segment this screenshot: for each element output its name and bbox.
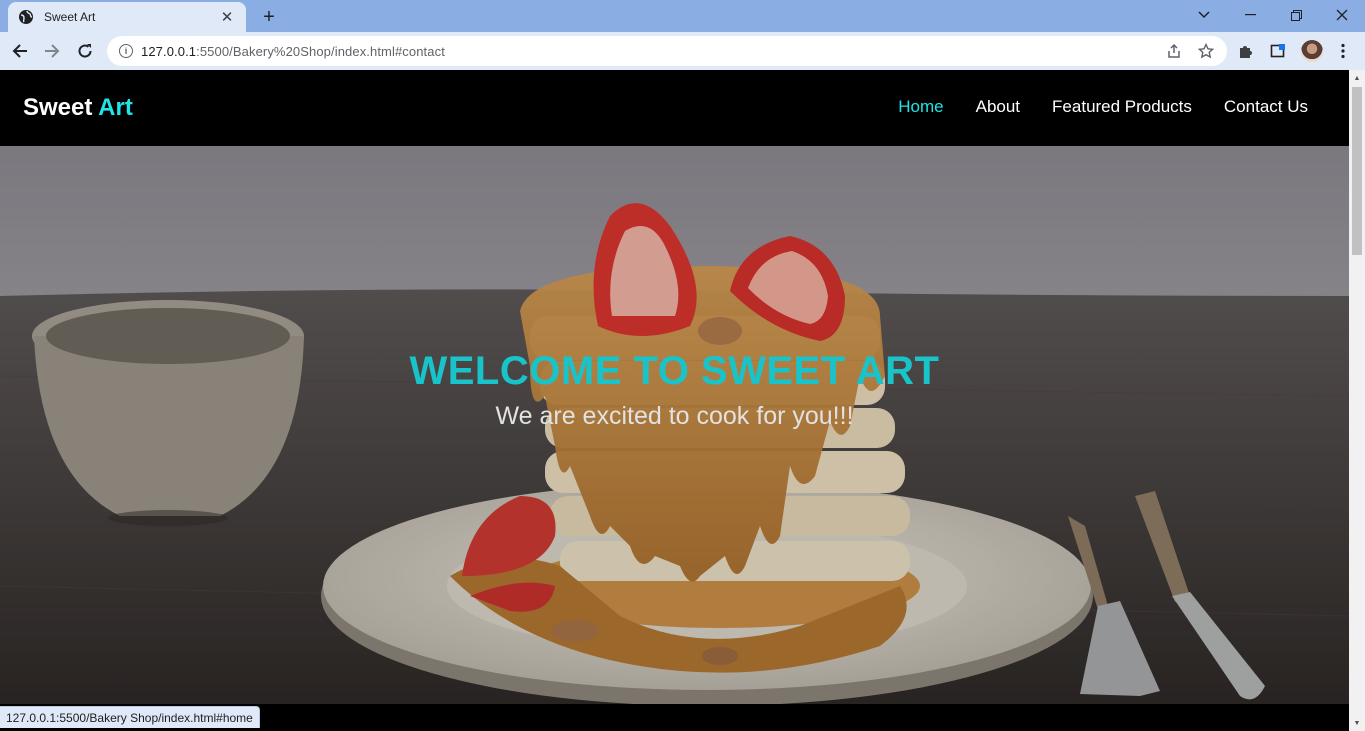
share-icon[interactable] [1165,42,1183,60]
reading-list-icon[interactable] [1268,41,1288,61]
site-logo[interactable]: Sweet Art [23,94,133,122]
web-page: Sweet Art Home About Featured Products C… [0,70,1349,731]
logo-main-text: Sweet [23,94,93,121]
nav-home[interactable]: Home [898,97,943,117]
link-status-bubble: 127.0.0.1:5500/Bakery Shop/index.html#ho… [0,706,260,728]
forward-arrow-icon[interactable] [38,37,66,65]
back-arrow-icon[interactable] [6,37,34,65]
close-tab-icon[interactable]: ✕ [218,8,236,26]
address-bar[interactable]: i 127.0.0.1:5500/Bakery%20Shop/index.htm… [107,36,1227,66]
logo-accent-text: Art [98,94,133,121]
url-text: 127.0.0.1:5500/Bakery%20Shop/index.html#… [141,44,445,59]
browser-toolbar: i 127.0.0.1:5500/Bakery%20Shop/index.htm… [0,32,1365,70]
scrollbar-thumb[interactable] [1352,87,1362,255]
hero-title: WELCOME TO SWEET ART [409,349,940,393]
restore-button[interactable] [1273,0,1319,30]
hero-section: WELCOME TO SWEET ART We are excited to c… [0,146,1349,704]
scroll-up-arrow-icon[interactable]: ▲ [1349,70,1365,86]
main-nav: Home About Featured Products Contact Us [898,97,1308,117]
hero-subtitle: We are excited to cook for you!!! [495,402,854,430]
site-info-icon[interactable]: i [119,44,133,58]
browser-tab[interactable]: Sweet Art ✕ [8,2,246,32]
tab-title: Sweet Art [44,10,96,24]
globe-icon [18,9,34,25]
tab-strip: Sweet Art ✕ + [0,0,1365,32]
bookmark-star-icon[interactable] [1197,42,1215,60]
nav-about[interactable]: About [976,97,1020,117]
minimize-button[interactable] [1227,0,1273,30]
close-window-button[interactable] [1319,0,1365,30]
extensions-puzzle-icon[interactable] [1236,41,1256,61]
url-host: 127.0.0.1 [141,43,197,59]
scroll-down-arrow-icon[interactable]: ▼ [1349,715,1365,731]
page-scrollbar[interactable]: ▲ ▼ [1349,70,1365,731]
profile-avatar[interactable] [1301,40,1323,62]
new-tab-button[interactable]: + [257,5,281,29]
url-path: :5500/Bakery%20Shop/index.html#contact [196,43,445,59]
nav-featured-products[interactable]: Featured Products [1052,97,1192,117]
site-header: Sweet Art Home About Featured Products C… [0,70,1349,146]
more-menu-icon[interactable] [1333,41,1353,61]
reload-icon[interactable] [71,37,99,65]
nav-contact-us[interactable]: Contact Us [1224,97,1308,117]
tab-search-chevron-down-icon[interactable] [1181,0,1227,30]
